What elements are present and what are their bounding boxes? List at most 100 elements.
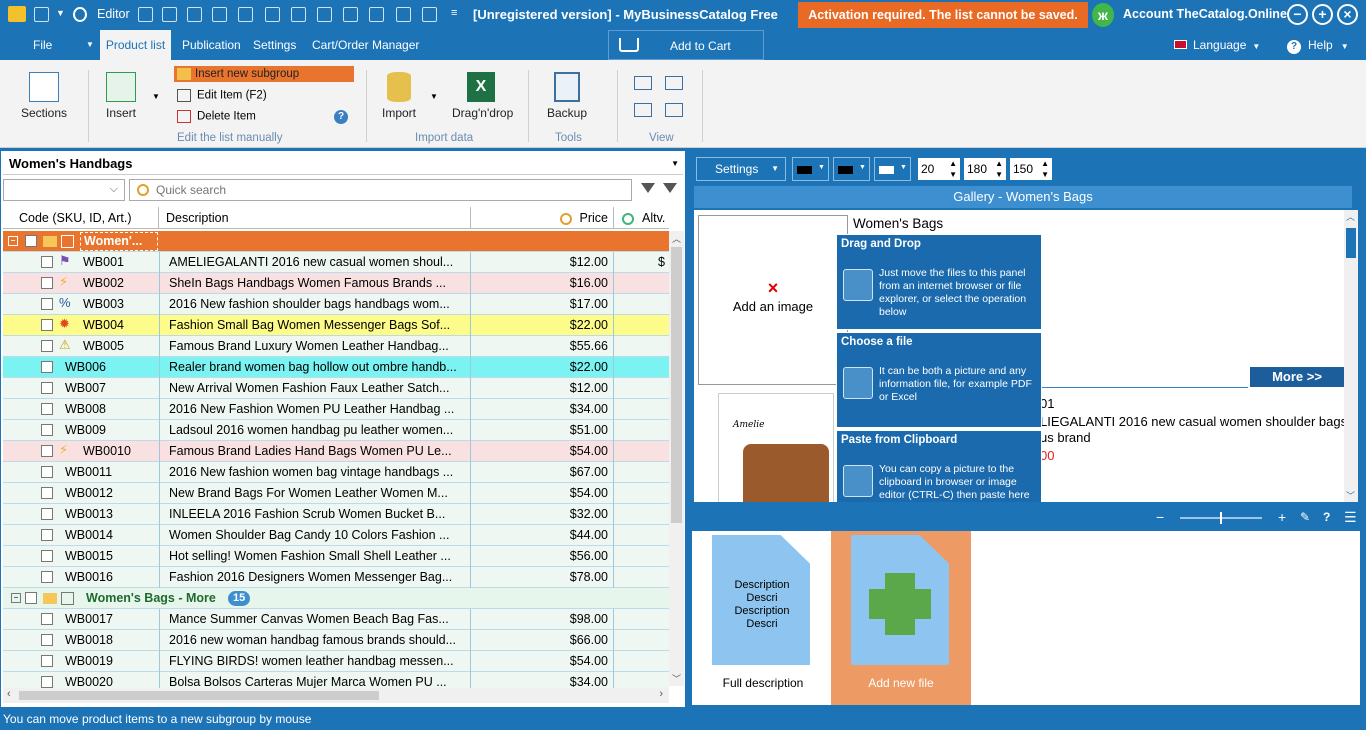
tab-settings[interactable]: Settings — [253, 30, 296, 60]
html5-icon[interactable] — [265, 7, 280, 22]
table-row[interactable]: WB0011 2016 New fashion women bag vintage… — [3, 462, 669, 483]
insert-dropdown-icon[interactable]: ▼ — [152, 92, 160, 101]
search-input[interactable] — [156, 182, 626, 198]
drag-drop-tip[interactable]: Drag and Drop Just move the files to thi… — [836, 234, 1042, 330]
editor-label[interactable]: Editor — [97, 7, 130, 21]
language-menu[interactable]: Language ▼ — [1174, 30, 1260, 60]
vertical-scrollbar[interactable]: ︿ ﹀ — [669, 231, 684, 686]
zoom-thumb[interactable] — [1220, 512, 1222, 524]
menu-icon[interactable]: ☰ — [1344, 509, 1357, 526]
editor-icon[interactable] — [73, 7, 87, 22]
add-to-cart-button[interactable]: Add to Cart — [608, 30, 764, 60]
account-link[interactable]: Account TheCatalog.Online — [1123, 7, 1287, 21]
category-select[interactable]: Women's Handbags ▼ — [3, 153, 683, 175]
scroll-thumb[interactable] — [671, 247, 682, 523]
hscroll-thumb[interactable] — [19, 691, 379, 700]
view-tiles-icon[interactable] — [634, 103, 652, 117]
delete-item-button[interactable]: Delete Item — [177, 110, 256, 123]
settings-dropdown[interactable]: Settings ▼ — [696, 157, 786, 181]
full-description-tile[interactable]: Description Descri Description Descri — [712, 535, 810, 665]
gallery-scrollbar-track[interactable]: ︿ ﹀ — [1344, 210, 1358, 502]
more-button[interactable]: More >> — [1250, 367, 1344, 387]
table-row[interactable]: WB0013 INLEELA 2016 Fashion Scrub Women B… — [3, 504, 669, 525]
insert-subgroup-button[interactable]: Insert new subgroup — [174, 66, 354, 82]
spacing-stepper[interactable]: 20 ▲ ▼ — [918, 158, 960, 180]
pin-icon[interactable]: ✎ — [1300, 510, 1310, 524]
choose-file-tip[interactable]: Choose a file It can be both a picture a… — [836, 332, 1042, 428]
table-row[interactable]: WB0012 New Brand Bags For Women Leather W… — [3, 483, 669, 504]
group-checkbox[interactable] — [25, 592, 37, 604]
minimize-icon[interactable]: − — [1287, 4, 1308, 25]
maximize-icon[interactable]: + — [1312, 4, 1333, 25]
backup-button[interactable]: Backup — [545, 72, 589, 120]
android-icon[interactable] — [343, 7, 358, 22]
import-button[interactable]: Import — [379, 72, 419, 120]
table-row[interactable]: WB006 Realer brand women bag hollow out o… — [3, 357, 669, 378]
view-list-icon[interactable] — [634, 76, 652, 90]
width-stepper[interactable]: 180 ▲ ▼ — [964, 158, 1006, 180]
col-desc-header[interactable]: Description — [162, 207, 471, 229]
add-new-file-tile[interactable]: Add new file — [831, 531, 971, 705]
customize-toolbar-icon[interactable]: ≡ — [451, 7, 457, 19]
add-image-box[interactable]: × Add an image — [698, 215, 848, 385]
dragdrop-button[interactable]: X Drag'n'drop — [452, 72, 513, 120]
paste-clipboard-tip[interactable]: Paste from Clipboard You can copy a pict… — [836, 430, 1042, 502]
pdf-icon[interactable] — [187, 7, 202, 22]
collapse-icon[interactable]: − — [8, 236, 18, 246]
scroll-up-icon[interactable]: ︿ — [672, 232, 681, 245]
col-price-header[interactable]: Price — [471, 207, 614, 229]
tab-publication[interactable]: Publication — [182, 30, 241, 60]
help-icon[interactable]: ? — [1323, 510, 1330, 524]
table-row[interactable]: ⚡ WB002 SheIn Bags Handbags Women Famous B… — [3, 273, 669, 294]
table-row[interactable]: WB0016 Fashion 2016 Designers Women Messe… — [3, 567, 669, 588]
print-icon[interactable] — [162, 7, 177, 22]
col-code-header[interactable]: Code (SKU, ID, Art.) — [3, 207, 159, 229]
search-box[interactable] — [129, 179, 632, 201]
import-dropdown-icon[interactable]: ▼ — [430, 92, 438, 101]
table-row[interactable]: WB007 New Arrival Women Fashion Faux Leat… — [3, 378, 669, 399]
question-icon[interactable]: ? — [334, 110, 348, 124]
text-color-picker[interactable]: ▼ — [792, 157, 829, 181]
col-alt-header[interactable]: Altv. pr — [614, 207, 669, 229]
gallery-icon[interactable] — [238, 7, 253, 22]
tab-product-list[interactable]: Product list — [100, 30, 171, 60]
table-row[interactable]: % WB003 2016 New fashion shoulder bags han… — [3, 294, 669, 315]
screen-icon[interactable] — [369, 7, 384, 22]
zoom-slider[interactable] — [1180, 512, 1262, 524]
group-row[interactable]: − Women'... — [3, 231, 669, 252]
save-dropdown-icon[interactable]: ▼ — [56, 8, 65, 18]
activation-banner[interactable]: Activation required. The list cannot be … — [798, 2, 1088, 28]
table-row[interactable]: WB0017 Mance Summer Canvas Women Beach Ba… — [3, 609, 669, 630]
publish-icon[interactable] — [317, 7, 332, 22]
image-icon[interactable] — [212, 7, 227, 22]
tab-cart-order-manager[interactable]: Cart/Order Manager — [312, 30, 419, 60]
scroll-down-icon[interactable]: ﹀ — [1346, 489, 1355, 502]
sections-button[interactable]: Sections — [20, 72, 68, 120]
close-icon[interactable]: × — [1337, 4, 1358, 25]
edit-item-button[interactable]: Edit Item (F2) — [177, 89, 267, 102]
group-label[interactable]: Women'... — [80, 232, 158, 251]
height-stepper[interactable]: 150 ▲ ▼ — [1010, 158, 1052, 180]
scroll-thumb[interactable] — [1346, 228, 1356, 258]
table-row[interactable]: WB0015 Hot selling! Women Fashion Small S… — [3, 546, 669, 567]
bag-icon[interactable] — [291, 7, 306, 22]
tablet-icon[interactable] — [396, 7, 411, 22]
collapse-icon[interactable]: − — [11, 593, 21, 603]
zoom-in-icon[interactable]: + — [1278, 509, 1286, 525]
clear-filter-icon[interactable] — [641, 183, 655, 197]
account-logo-icon[interactable]: ж — [1092, 3, 1114, 27]
group-row[interactable]: − Women's Bags - More 15 — [3, 588, 669, 609]
table-row[interactable]: WB0018 2016 new woman handbag famous bran… — [3, 630, 669, 651]
table-row[interactable]: ⚠ WB005 Famous Brand Luxury Women Leather … — [3, 336, 669, 357]
help-menu[interactable]: ? Help ▼ — [1287, 30, 1349, 60]
filter-icon[interactable] — [663, 183, 677, 197]
group-label[interactable]: Women's Bags - More — [86, 588, 216, 609]
scroll-up-icon[interactable]: ︿ — [1346, 210, 1355, 223]
save-icon[interactable] — [34, 7, 49, 22]
scroll-down-icon[interactable]: ﹀ — [672, 672, 681, 685]
table-row[interactable]: WB009 Ladsoul 2016 women handbag pu leath… — [3, 420, 669, 441]
table-row[interactable]: ⚑ WB001 AMELIEGALANTI 2016 new casual wome… — [3, 252, 669, 273]
group-checkbox[interactable] — [25, 235, 37, 247]
export-icon[interactable] — [422, 7, 437, 22]
insert-button[interactable]: Insert — [101, 72, 141, 120]
